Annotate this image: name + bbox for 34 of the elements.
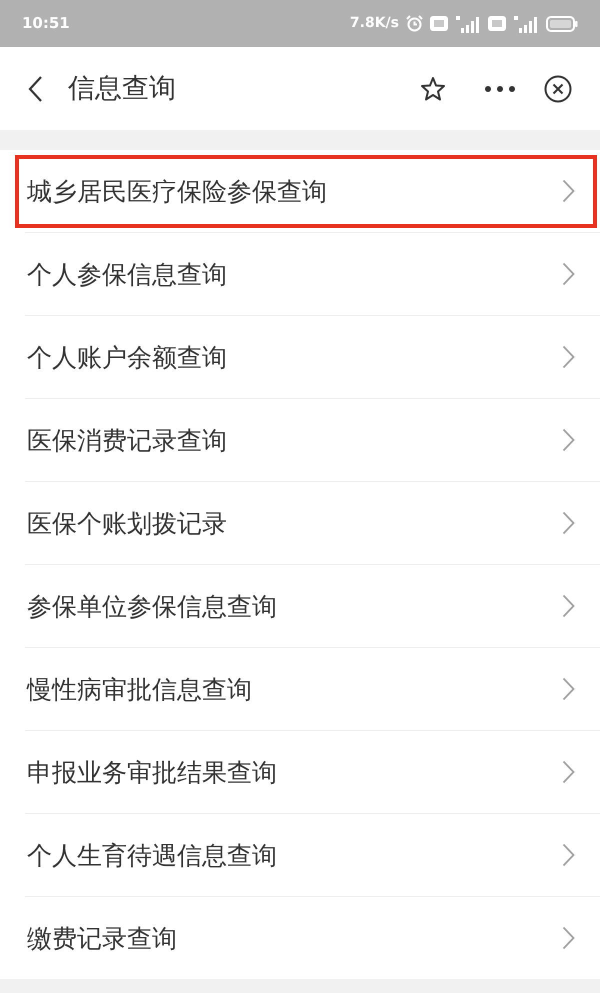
menu-item[interactable]: 参保单位参保信息查询	[0, 565, 600, 647]
close-icon	[544, 74, 572, 102]
status-time: 10:51	[22, 13, 70, 34]
signal-icon	[455, 14, 481, 32]
network-speed: 7.8K/s	[350, 14, 399, 33]
menu-item[interactable]: 医保个账划拨记录	[0, 482, 600, 564]
chevron-right-icon	[562, 179, 575, 203]
chevron-right-icon	[562, 926, 575, 950]
chevron-right-icon	[562, 262, 575, 286]
menu-item[interactable]: 慢性病审批信息查询	[0, 648, 600, 730]
battery-icon	[546, 16, 578, 32]
hd-badge-icon	[488, 16, 506, 31]
chevron-right-icon	[562, 760, 575, 784]
chevron-right-icon	[562, 594, 575, 618]
menu-item[interactable]: 个人生育待遇信息查询	[0, 814, 600, 896]
chevron-right-icon	[562, 843, 575, 867]
menu-item[interactable]: 城乡居民医疗保险参保查询	[0, 150, 600, 232]
alarm-clock-icon	[406, 15, 423, 32]
menu-item[interactable]: 医保消费记录查询	[0, 399, 600, 481]
chevron-right-icon	[562, 345, 575, 369]
chevron-right-icon	[562, 677, 575, 701]
star-icon	[420, 76, 446, 102]
chevron-right-icon	[562, 511, 575, 535]
menu-item[interactable]: 申报业务审批结果查询	[0, 731, 600, 813]
signal-icon	[513, 14, 539, 32]
menu-item[interactable]: 缴费记录查询	[0, 897, 600, 979]
hd-badge-icon	[430, 16, 448, 31]
page-title: 信息查询	[68, 75, 176, 102]
menu-item[interactable]: 个人账户余额查询	[0, 316, 600, 398]
chevron-right-icon	[562, 428, 575, 452]
more-dots-icon	[485, 86, 515, 92]
menu-item[interactable]: 个人参保信息查询	[0, 233, 600, 315]
back-chevron-icon	[27, 74, 43, 102]
close-button[interactable]	[544, 74, 572, 102]
